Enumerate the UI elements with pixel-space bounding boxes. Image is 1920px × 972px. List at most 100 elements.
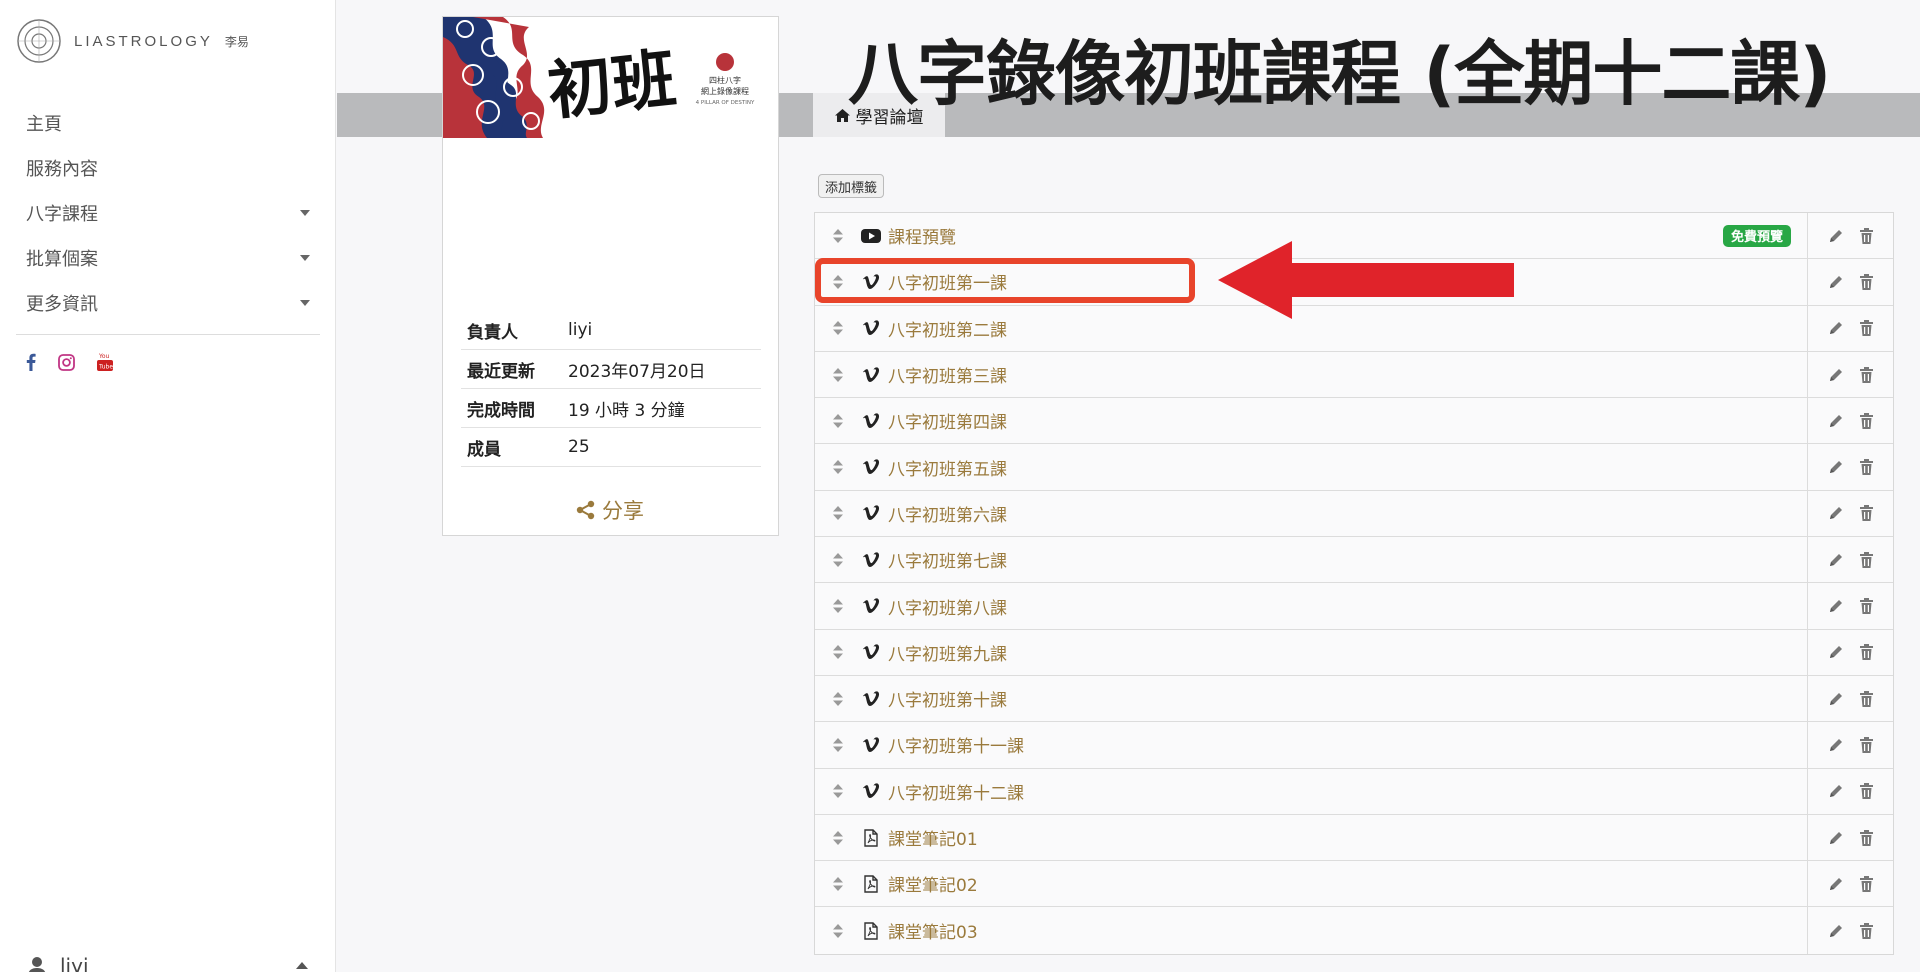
- vimeo-icon: [861, 689, 881, 709]
- chevron-up-icon[interactable]: [296, 962, 308, 969]
- delete-trash-icon[interactable]: [1860, 273, 1873, 290]
- brand-name: LIASTROLOGY: [74, 32, 213, 50]
- lesson-title-link[interactable]: 八字初班第七課: [888, 547, 1007, 572]
- edit-pencil-icon[interactable]: [1828, 598, 1844, 614]
- delete-trash-icon[interactable]: [1860, 412, 1873, 429]
- info-row-updated: 最近更新 2023年07月20日: [461, 350, 761, 389]
- edit-pencil-icon[interactable]: [1828, 367, 1844, 383]
- share-button[interactable]: 分享: [576, 495, 644, 525]
- edit-pencil-icon[interactable]: [1828, 830, 1844, 846]
- edit-pencil-icon[interactable]: [1828, 783, 1844, 799]
- instagram-icon[interactable]: [58, 353, 75, 371]
- lesson-actions: [1807, 861, 1893, 907]
- lesson-title-link[interactable]: 課堂筆記03: [888, 918, 978, 943]
- vimeo-icon: [861, 457, 881, 477]
- delete-trash-icon[interactable]: [1860, 366, 1873, 383]
- sidebar-item-home[interactable]: 主頁: [16, 100, 320, 145]
- drag-handle-icon[interactable]: [832, 228, 844, 244]
- lesson-title-link[interactable]: 八字初班第四課: [888, 408, 1007, 433]
- lesson-actions: [1807, 444, 1893, 490]
- seal-icon: [716, 53, 734, 71]
- edit-pencil-icon[interactable]: [1828, 228, 1844, 244]
- edit-pencil-icon[interactable]: [1828, 691, 1844, 707]
- lesson-title-link[interactable]: 八字初班第十二課: [888, 779, 1024, 804]
- sidebar-item-services[interactable]: 服務內容: [16, 145, 320, 190]
- edit-pencil-icon[interactable]: [1828, 459, 1844, 475]
- lesson-title-link[interactable]: 八字初班第十一課: [888, 732, 1024, 757]
- delete-trash-icon[interactable]: [1860, 320, 1873, 337]
- edit-pencil-icon[interactable]: [1828, 737, 1844, 753]
- delete-trash-icon[interactable]: [1860, 922, 1873, 939]
- vimeo-icon: [861, 503, 881, 523]
- lesson-title-link[interactable]: 八字初班第三課: [888, 362, 1007, 387]
- lesson-title-link[interactable]: 課堂筆記01: [888, 825, 978, 850]
- drag-handle-icon[interactable]: [832, 505, 844, 521]
- course-banner-image: 初班 四柱八字 網上錄像課程 4 PILLAR OF DESTINY: [443, 17, 778, 138]
- lesson-title-link[interactable]: 課堂筆記02: [888, 871, 978, 896]
- sidebar-item-bazi-courses[interactable]: 八字課程: [16, 190, 320, 235]
- edit-pencil-icon[interactable]: [1828, 552, 1844, 568]
- delete-trash-icon[interactable]: [1860, 875, 1873, 892]
- delete-trash-icon[interactable]: [1860, 227, 1873, 244]
- drag-handle-icon[interactable]: [832, 783, 844, 799]
- user-menu[interactable]: liyi: [28, 954, 89, 972]
- edit-pencil-icon[interactable]: [1828, 505, 1844, 521]
- vimeo-icon: [861, 318, 881, 338]
- sidebar-item-cases[interactable]: 批算個案: [16, 235, 320, 280]
- lesson-title-link[interactable]: 八字初班第五課: [888, 455, 1007, 480]
- delete-trash-icon[interactable]: [1860, 459, 1873, 476]
- user-icon: [28, 957, 46, 972]
- free-preview-badge: 免費預覽: [1723, 224, 1792, 247]
- vimeo-icon: [861, 735, 881, 755]
- svg-text:You: You: [98, 353, 110, 360]
- youtube-icon[interactable]: You Tube: [97, 352, 113, 372]
- chevron-down-icon: [300, 254, 310, 261]
- delete-trash-icon[interactable]: [1860, 829, 1873, 846]
- edit-pencil-icon[interactable]: [1828, 644, 1844, 660]
- lesson-title-link[interactable]: 課程預覽: [888, 223, 956, 248]
- page-title: 八字錄像初班課程 (全期十二課): [848, 33, 1831, 115]
- lesson-title-link[interactable]: 八字初班第八課: [888, 594, 1007, 619]
- info-label: 負責人: [467, 322, 518, 343]
- lesson-actions: [1807, 583, 1893, 629]
- add-tag-button[interactable]: 添加標籤: [818, 174, 885, 198]
- annotation-arrow-icon: [1218, 241, 1514, 319]
- sidebar-item-label: 八字課程: [26, 203, 98, 225]
- drag-handle-icon[interactable]: [832, 644, 844, 660]
- sidebar-nav: 主頁 服務內容 八字課程 批算個案 更多資訊: [16, 100, 320, 325]
- edit-pencil-icon[interactable]: [1828, 320, 1844, 336]
- drag-handle-icon[interactable]: [832, 598, 844, 614]
- edit-pencil-icon[interactable]: [1828, 274, 1844, 290]
- facebook-icon[interactable]: [26, 353, 36, 371]
- delete-trash-icon[interactable]: [1860, 690, 1873, 707]
- lesson-title-link[interactable]: 八字初班第九課: [888, 640, 1007, 665]
- delete-trash-icon[interactable]: [1860, 736, 1873, 753]
- delete-trash-icon[interactable]: [1860, 644, 1873, 661]
- edit-pencil-icon[interactable]: [1828, 413, 1844, 429]
- edit-pencil-icon[interactable]: [1828, 876, 1844, 892]
- drag-handle-icon[interactable]: [832, 691, 844, 707]
- sidebar-item-more-info[interactable]: 更多資訊: [16, 280, 320, 325]
- drag-handle-icon[interactable]: [832, 737, 844, 753]
- delete-trash-icon[interactable]: [1860, 551, 1873, 568]
- course-info-table: 負責人 liyi 最近更新 2023年07月20日 完成時間 19 小時 3 分…: [461, 311, 761, 467]
- edit-pencil-icon[interactable]: [1828, 923, 1844, 939]
- drag-handle-icon[interactable]: [832, 413, 844, 429]
- drag-handle-icon[interactable]: [832, 552, 844, 568]
- lesson-title-link[interactable]: 八字初班第六課: [888, 501, 1007, 526]
- drag-handle-icon[interactable]: [832, 923, 844, 939]
- delete-trash-icon[interactable]: [1860, 505, 1873, 522]
- drag-handle-icon[interactable]: [832, 876, 844, 892]
- brand[interactable]: LIASTROLOGY 李易: [16, 18, 249, 64]
- delete-trash-icon[interactable]: [1860, 598, 1873, 615]
- lesson-actions: [1807, 213, 1893, 259]
- delete-trash-icon[interactable]: [1860, 783, 1873, 800]
- annotation-highlight-box: [815, 258, 1195, 303]
- drag-handle-icon[interactable]: [832, 459, 844, 475]
- drag-handle-icon[interactable]: [832, 830, 844, 846]
- lesson-actions: [1807, 907, 1893, 954]
- drag-handle-icon[interactable]: [832, 320, 844, 336]
- lesson-title-link[interactable]: 八字初班第十課: [888, 686, 1007, 711]
- lesson-title-link[interactable]: 八字初班第二課: [888, 316, 1007, 341]
- drag-handle-icon[interactable]: [832, 367, 844, 383]
